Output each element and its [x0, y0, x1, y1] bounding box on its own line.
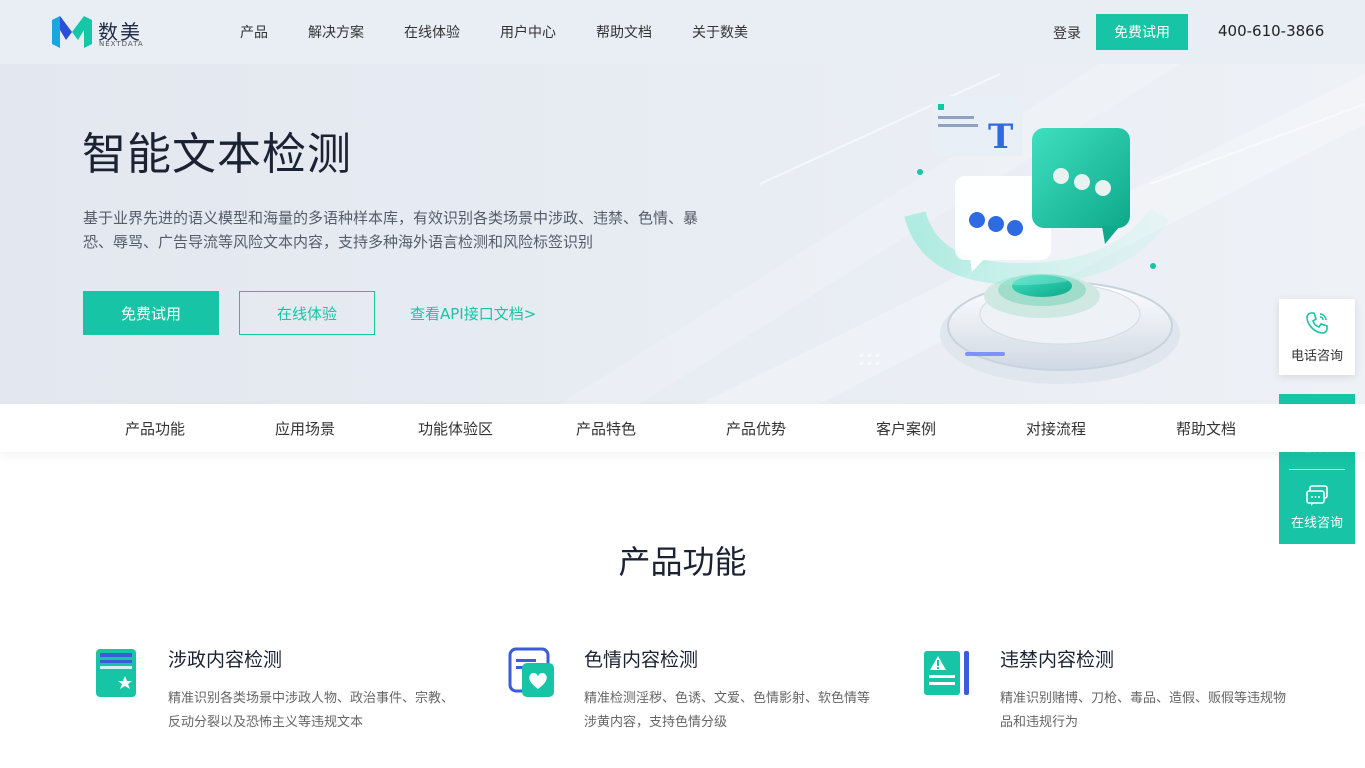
feature-card: 涉政内容检测 精准识别各类场景中涉政人物、政治事件、宗教、反动分裂以及恐怖主义等…	[92, 645, 454, 745]
side-phone-label: 电话咨询	[1290, 349, 1343, 364]
feature-card: 色情内容检测 精准检测淫秽、色诱、文爱、色情影射、软色情等涉黄内容，支持色情分级	[508, 645, 870, 745]
svg-text:T: T	[988, 117, 1013, 157]
logo-subtext: NEXTDATA	[99, 40, 144, 48]
feature-description: 精准识别各类场景中涉政人物、政治事件、宗教、反动分裂以及恐怖主义等违规文本	[168, 691, 455, 730]
political-doc-icon	[96, 649, 136, 697]
login-link[interactable]: 登录	[1053, 23, 1081, 43]
feature-description: 精准检测淫秽、色诱、文爱、色情影射、软色情等涉黄内容，支持色情分级	[584, 691, 871, 730]
tab-help-docs[interactable]: 帮助文档	[1176, 418, 1236, 439]
logo[interactable]: 数美 NEXTDATA	[52, 14, 152, 50]
logo-mark-icon	[52, 16, 92, 48]
nav-item-help-docs[interactable]: 帮助文档	[596, 22, 652, 42]
phone-icon	[1306, 312, 1328, 334]
api-docs-link[interactable]: 查看API接口文档>	[410, 303, 536, 324]
feature-title: 违禁内容检测	[1000, 649, 1115, 671]
main-nav: 产品 解决方案 在线体验 用户中心 帮助文档 关于数美	[240, 0, 788, 64]
tab-use-cases[interactable]: 应用场景	[275, 418, 335, 439]
header-phone-number: 400-610-3866	[1218, 22, 1325, 40]
section-tabs: 产品功能 应用场景 功能体验区 产品特色 产品优势 客户案例 对接流程 帮助文档	[0, 404, 1365, 452]
tab-product-advantages[interactable]: 产品优势	[726, 418, 786, 439]
warning-doc-icon	[924, 651, 969, 695]
feature-title: 色情内容检测	[584, 649, 699, 671]
chat-icon	[1306, 485, 1328, 506]
hero-free-trial-button[interactable]: 免费试用	[83, 291, 219, 335]
nav-item-solutions[interactable]: 解决方案	[308, 22, 364, 42]
hero-description: 基于业界先进的语义模型和海量的多语种样本库，有效识别各类场景中涉政、违禁、色情、…	[83, 209, 699, 251]
nav-item-about[interactable]: 关于数美	[692, 22, 748, 42]
hero-title: 智能文本检测	[82, 129, 352, 180]
side-online-consult-button[interactable]: 在线咨询	[1279, 470, 1355, 544]
tab-product-features[interactable]: 产品功能	[125, 418, 185, 439]
header-free-trial-button[interactable]: 免费试用	[1096, 14, 1188, 50]
side-phone-consult-button[interactable]: 电话咨询	[1279, 299, 1355, 375]
nav-item-products[interactable]: 产品	[240, 22, 268, 42]
feature-card: 违禁内容检测 精准识别赌博、刀枪、毒品、造假、贩假等违规物品和违规行为	[924, 645, 1286, 745]
hero-banner: 智能文本检测 基于业界先进的语义模型和海量的多语种样本库，有效识别各类场景中涉政…	[0, 64, 1365, 404]
feature-title: 涉政内容检测	[168, 649, 283, 671]
side-online-label: 在线咨询	[1290, 516, 1343, 531]
tab-customer-cases[interactable]: 客户案例	[876, 418, 936, 439]
section-title: 产品功能	[618, 543, 747, 581]
hero-online-demo-button[interactable]: 在线体验	[239, 291, 375, 335]
top-header: 数美 NEXTDATA 产品 解决方案 在线体验 用户中心 帮助文档 关于数美 …	[0, 0, 1365, 64]
heart-doc-icon	[508, 647, 554, 697]
feature-description: 精准识别赌博、刀枪、毒品、造假、贩假等违规物品和违规行为	[1000, 691, 1287, 730]
tab-integration-process[interactable]: 对接流程	[1026, 418, 1086, 439]
tab-demo-area[interactable]: 功能体验区	[418, 418, 493, 439]
tab-product-highlights[interactable]: 产品特色	[576, 418, 636, 439]
nav-item-online-demo[interactable]: 在线体验	[404, 22, 460, 42]
nav-item-user-center[interactable]: 用户中心	[500, 22, 556, 42]
